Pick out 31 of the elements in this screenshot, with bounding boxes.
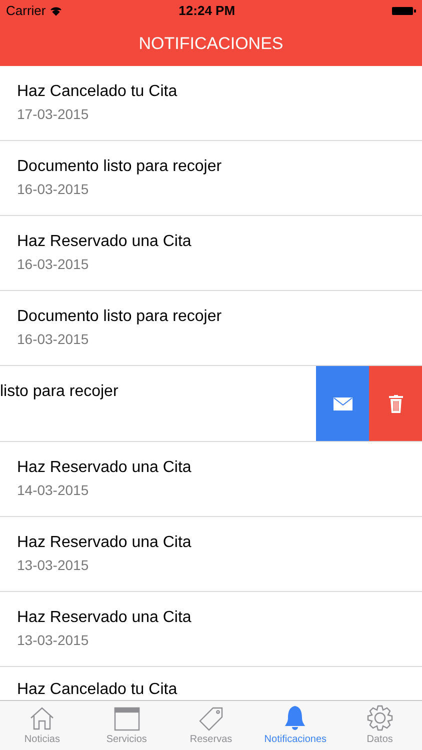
battery-icon: [392, 6, 416, 16]
tab-item[interactable]: Notificaciones: [253, 701, 338, 750]
notification-title: listo para recojer: [0, 382, 120, 402]
tab-item[interactable]: Reservas: [168, 701, 254, 750]
notification-title: Haz Reservado una Cita: [17, 458, 192, 478]
trash-icon: [388, 394, 402, 412]
carrier-label: Carrier: [6, 2, 46, 20]
notification-title: Haz Reservado una Cita: [17, 533, 192, 553]
notification-date: 16-03-2015: [17, 330, 90, 349]
notification-title: Haz Reservado una Cita: [17, 232, 192, 252]
notification-title: Haz Cancelado tu Cita: [17, 82, 178, 102]
notification-date: 17-03-2015: [17, 105, 90, 124]
notification-date: 13-03-2015: [17, 556, 90, 575]
tab-item[interactable]: Servicios: [84, 701, 169, 750]
page-title: NOTIFICACIONES: [138, 33, 284, 56]
notification-title: Haz Cancelado tu Cita: [17, 680, 178, 700]
clock-label: 12:24 PM: [178, 2, 236, 20]
notification-title: Haz Reservado una Cita: [17, 608, 192, 628]
tab-item[interactable]: Noticias: [0, 701, 84, 750]
notification-date: 16-03-2015: [17, 180, 90, 199]
envelope-icon: [332, 396, 352, 410]
settings-icon: [366, 704, 394, 732]
tab-item[interactable]: Datos: [338, 701, 422, 750]
delete-button[interactable]: [369, 366, 422, 441]
notification-date: 14-03-2015: [17, 481, 90, 500]
notification-date: 16-03-2015: [17, 255, 90, 274]
mail-button[interactable]: [316, 366, 369, 441]
wifi-icon: [50, 6, 62, 16]
notification-title: Documento listo para recojer: [17, 157, 223, 177]
notification-date: 13-03-2015: [17, 631, 90, 650]
notification-title: Documento listo para recojer: [17, 307, 223, 327]
